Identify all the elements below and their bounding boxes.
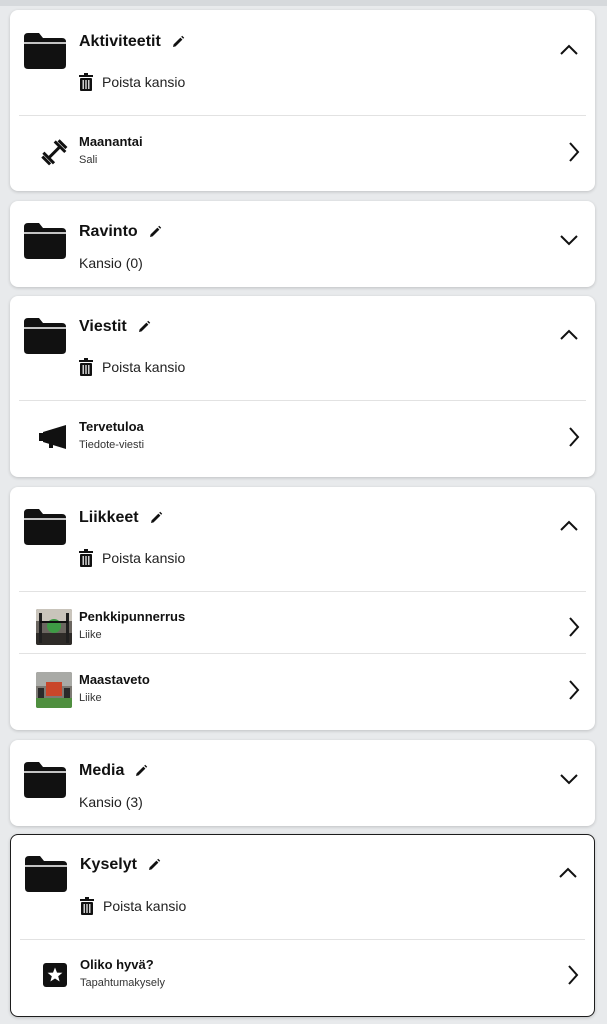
collapse-chevron-up-icon[interactable] [557, 514, 581, 538]
chevron-right-icon [566, 963, 580, 987]
folder-title: Viestit [79, 318, 127, 335]
divider [20, 939, 585, 940]
item-description: Tapahtumakysely [80, 977, 165, 989]
edit-pencil-icon[interactable] [147, 858, 161, 872]
folder-title: Liikkeet [79, 509, 139, 526]
divider [19, 115, 586, 116]
folder-title: Ravinto [79, 223, 138, 240]
list-item[interactable]: Penkkipunnerrus Liike [10, 597, 595, 657]
exercise-thumbnail [36, 609, 72, 645]
item-description: Liike [79, 629, 102, 641]
folder-icon [24, 509, 66, 545]
folder-title-row: Aktiviteetit [79, 31, 185, 53]
chevron-right-icon [567, 615, 581, 639]
delete-folder-label: Poista kansio [103, 898, 187, 914]
folder-count: Kansio (0) [79, 253, 143, 273]
folder-title-row: Ravinto [79, 221, 162, 243]
folder-title-row: Media [79, 760, 148, 782]
megaphone-icon [37, 420, 71, 454]
folder-icon [24, 318, 66, 354]
item-name: Oliko hyvä? [80, 957, 154, 972]
folder-count-label: Kansio (3) [79, 794, 143, 810]
folder-title: Aktiviteetit [79, 33, 161, 50]
folder-card-aktiviteetit: Aktiviteetit Poista kansio Maanantai Sal… [10, 10, 595, 191]
folder-card-viestit: Viestit Poista kansio Tervetuloa Tiedote… [10, 296, 595, 477]
folder-count-label: Kansio (0) [79, 255, 143, 271]
delete-folder-label: Poista kansio [102, 550, 186, 566]
collapse-chevron-up-icon[interactable] [557, 323, 581, 347]
folder-card-ravinto[interactable]: Ravinto Kansio (0) [10, 201, 595, 287]
delete-folder-label: Poista kansio [102, 74, 186, 90]
collapse-chevron-up-icon[interactable] [557, 38, 581, 62]
item-description: Sali [79, 154, 98, 166]
delete-folder-button[interactable]: Poista kansio [79, 548, 185, 568]
list-item[interactable]: Tervetuloa Tiedote-viesti [10, 407, 595, 467]
folder-card-liikkeet: Liikkeet Poista kansio Penkkipunnerrus L… [10, 487, 595, 730]
delete-folder-button[interactable]: Poista kansio [79, 72, 185, 92]
list-item[interactable]: Maastaveto Liike [10, 660, 595, 720]
folder-title-row: Liikkeet [79, 507, 163, 529]
dumbbell-icon [37, 135, 71, 169]
trash-icon [79, 73, 93, 91]
chevron-right-icon [567, 678, 581, 702]
delete-folder-label: Poista kansio [102, 359, 186, 375]
delete-folder-button[interactable]: Poista kansio [79, 357, 185, 377]
edit-pencil-icon[interactable] [149, 511, 163, 525]
item-description: Liike [79, 692, 102, 704]
folder-title: Kyselyt [80, 856, 137, 873]
item-name: Maanantai [79, 134, 143, 149]
edit-pencil-icon[interactable] [137, 320, 151, 334]
folder-icon [24, 33, 66, 69]
trash-icon [79, 549, 93, 567]
edit-pencil-icon[interactable] [148, 225, 162, 239]
edit-pencil-icon[interactable] [171, 35, 185, 49]
trash-icon [79, 358, 93, 376]
list-item[interactable]: Maanantai Sali [10, 122, 595, 182]
folder-icon [24, 223, 66, 259]
delete-folder-button[interactable]: Poista kansio [80, 896, 186, 916]
folder-icon [25, 856, 67, 892]
item-name: Tervetuloa [79, 419, 144, 434]
item-description: Tiedote-viesti [79, 439, 145, 451]
divider [19, 400, 586, 401]
chevron-right-icon [567, 140, 581, 164]
exercise-thumbnail [36, 672, 72, 708]
star-icon [38, 958, 72, 992]
trash-icon [80, 897, 94, 915]
list-item[interactable]: Oliko hyvä? Tapahtumakysely [11, 945, 594, 1005]
folder-card-media[interactable]: Media Kansio (3) [10, 740, 595, 826]
edit-pencil-icon[interactable] [134, 764, 148, 778]
chevron-right-icon [567, 425, 581, 449]
divider [19, 591, 586, 592]
folder-title: Media [79, 762, 125, 779]
expand-chevron-down-icon[interactable] [557, 228, 581, 252]
top-strip [0, 0, 607, 6]
folder-count: Kansio (3) [79, 792, 143, 812]
collapse-chevron-up-icon[interactable] [556, 861, 580, 885]
expand-chevron-down-icon[interactable] [557, 767, 581, 791]
item-name: Maastaveto [79, 672, 150, 687]
folder-title-row: Kyselyt [80, 854, 161, 876]
folder-title-row: Viestit [79, 316, 151, 338]
divider [19, 653, 586, 654]
folder-card-kyselyt: Kyselyt Poista kansio Oliko hyvä? Tapaht… [10, 834, 595, 1017]
folder-icon [24, 762, 66, 798]
item-name: Penkkipunnerrus [79, 609, 186, 624]
